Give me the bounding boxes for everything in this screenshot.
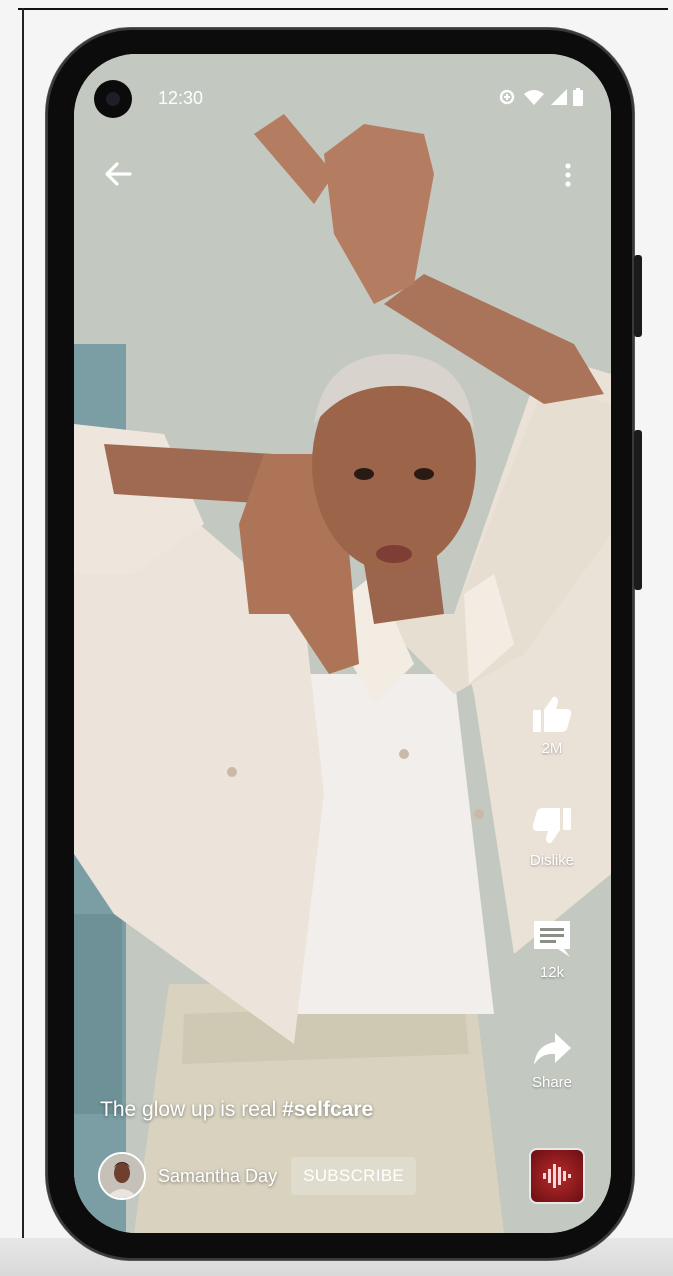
data-saver-icon (499, 89, 515, 105)
more-vert-icon (565, 163, 571, 187)
avatar-image (100, 1154, 144, 1198)
signal-icon (551, 89, 567, 105)
page-border (18, 8, 668, 10)
channel-row: Samantha Day SUBSCRIBE (98, 1148, 417, 1204)
volume-button (634, 430, 642, 590)
arrow-left-icon (105, 162, 132, 186)
comment-icon (534, 921, 570, 957)
thumb-up-icon (533, 696, 572, 732)
dislike-label: Dislike (529, 852, 575, 869)
more-options-button[interactable] (553, 158, 583, 192)
comments-button[interactable]: 12k (507, 918, 597, 981)
front-camera (94, 80, 132, 118)
wifi-icon (524, 90, 544, 105)
caption-text: The glow up is real (100, 1098, 277, 1121)
status-time: 12:30 (158, 88, 204, 108)
thumb-down-icon (532, 808, 571, 844)
video-caption: The glow up is real #selfcare (100, 1098, 373, 1122)
like-button[interactable]: 2M (507, 694, 597, 757)
hashtag-link[interactable]: #selfcare (282, 1098, 373, 1121)
phone-screen: 12:30 2M Dislike 12k Share The glow up i… (74, 54, 611, 1233)
share-label: Share (531, 1074, 573, 1091)
sound-wave-icon (543, 1164, 571, 1188)
sound-button[interactable] (529, 1148, 585, 1204)
status-icons (497, 88, 583, 106)
power-button (634, 255, 642, 337)
comment-count: 12k (539, 964, 565, 981)
channel-name[interactable]: Samantha Day (158, 1166, 277, 1187)
page-border (22, 8, 24, 1276)
dislike-button[interactable]: Dislike (507, 806, 597, 869)
channel-avatar[interactable] (98, 1152, 146, 1200)
share-icon (534, 1033, 571, 1065)
subscribe-button[interactable]: SUBSCRIBE (291, 1157, 417, 1195)
like-count: 2M (541, 740, 563, 757)
status-bar: 12:30 (74, 54, 611, 134)
share-button[interactable]: Share (507, 1030, 597, 1091)
battery-icon (573, 88, 583, 106)
back-button[interactable] (98, 154, 138, 194)
